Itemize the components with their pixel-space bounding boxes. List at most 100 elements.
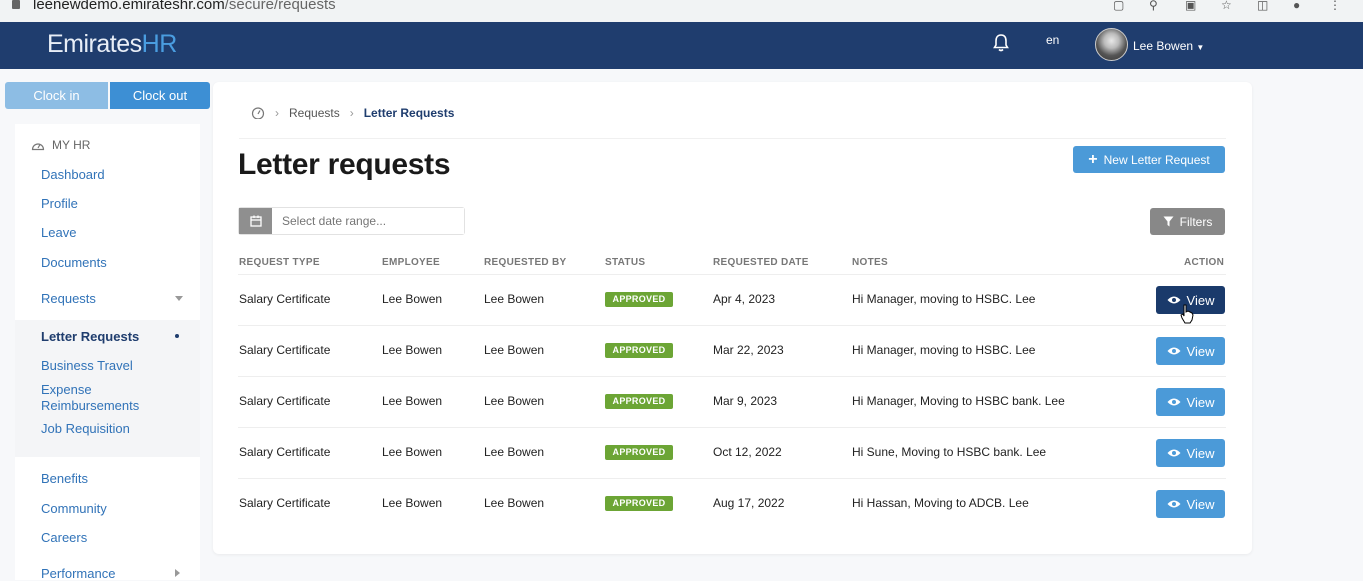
cell-request-type: Salary Certificate — [239, 292, 331, 306]
top-navbar: EmiratesHR en Lee Bowen ▼ — [0, 22, 1363, 69]
share-icon[interactable]: ▢ — [1113, 0, 1127, 11]
hand-cursor-icon — [1180, 304, 1194, 324]
cell-notes: Hi Sune, Moving to HSBC bank. Lee — [852, 445, 1047, 459]
cell-requested-date: Mar 9, 2023 — [713, 394, 778, 408]
sidebar-item-benefits[interactable]: Benefits — [41, 471, 88, 486]
sidebar-section-label: MY HR — [52, 138, 91, 152]
column-header-request-type[interactable]: REQUEST TYPE — [239, 257, 320, 268]
filters-button[interactable]: Filters — [1150, 208, 1225, 235]
divider — [239, 138, 1226, 139]
date-range-picker[interactable] — [238, 207, 465, 235]
logo[interactable]: EmiratesHR — [47, 30, 177, 59]
plus-icon: + — [1088, 150, 1098, 168]
sidebar-item-dashboard[interactable]: Dashboard — [41, 167, 105, 182]
cell-request-type: Salary Certificate — [239, 496, 331, 510]
chevron-down-icon[interactable] — [175, 296, 183, 301]
clock-in-button[interactable]: Clock in — [5, 82, 108, 109]
page-title: Letter requests — [238, 148, 451, 181]
chevron-right-icon: › — [275, 106, 279, 120]
eye-icon — [1167, 347, 1181, 355]
profile-icon[interactable]: ● — [1293, 0, 1307, 11]
column-header-action: ACTION — [1184, 257, 1225, 268]
cell-request-type: Salary Certificate — [239, 343, 331, 357]
sidebar-item-expense[interactable]: Expense — [41, 382, 92, 397]
view-button[interactable]: View — [1156, 337, 1225, 365]
active-dot-icon — [175, 334, 179, 338]
status-badge: APPROVED — [605, 292, 673, 307]
cell-employee: Lee Bowen — [382, 445, 443, 459]
gauge-icon — [31, 142, 45, 150]
sidebar-item-community[interactable]: Community — [41, 501, 107, 516]
status-badge: APPROVED — [605, 394, 673, 409]
status-badge: APPROVED — [605, 343, 673, 358]
view-label: View — [1186, 445, 1215, 461]
view-label: View — [1186, 496, 1215, 512]
column-header-status[interactable]: STATUS — [605, 257, 645, 268]
table-row: Salary Certificate Lee Bowen Lee Bowen A… — [238, 478, 1226, 529]
cell-requested-date: Apr 4, 2023 — [713, 292, 776, 306]
user-menu[interactable]: Lee Bowen ▼ — [1133, 39, 1204, 53]
main-panel: › Requests › Letter Requests Letter requ… — [213, 82, 1252, 554]
column-header-notes[interactable]: NOTES — [852, 257, 888, 268]
bell-icon[interactable] — [993, 34, 1009, 52]
breadcrumb-requests[interactable]: Requests — [289, 106, 340, 120]
new-letter-request-label: New Letter Request — [1103, 152, 1210, 167]
language-switcher[interactable]: en — [1046, 33, 1059, 47]
view-button[interactable]: View — [1156, 490, 1225, 518]
sidebar-item-letter-requests[interactable]: Letter Requests — [41, 329, 139, 344]
cell-requested-by: Lee Bowen — [484, 394, 545, 408]
caret-down-icon: ▼ — [1196, 43, 1205, 52]
calendar-icon[interactable] — [239, 208, 272, 234]
new-letter-request-button[interactable]: + New Letter Request — [1073, 146, 1225, 173]
sidebar-item-requests[interactable]: Requests — [41, 291, 96, 306]
chevron-right-icon[interactable] — [175, 569, 180, 577]
cell-requested-by: Lee Bowen — [484, 292, 545, 306]
eye-icon — [1167, 296, 1181, 304]
sidebar-item-reimbursements[interactable]: Reimbursements — [41, 398, 139, 413]
logo-accent: HR — [141, 30, 178, 58]
column-header-employee[interactable]: EMPLOYEE — [382, 257, 440, 268]
sidebar-item-documents[interactable]: Documents — [41, 255, 107, 270]
filters-label: Filters — [1179, 214, 1213, 229]
sidebar: MY HR Dashboard Profile Leave Documents … — [15, 124, 200, 581]
view-button[interactable]: View — [1156, 388, 1225, 416]
sidebar-item-job-requisition[interactable]: Job Requisition — [41, 421, 130, 436]
zoom-icon[interactable]: ⚲ — [1149, 0, 1163, 11]
filter-icon — [1163, 216, 1174, 227]
star-icon[interactable]: ☆ — [1221, 0, 1235, 11]
sidebar-item-profile[interactable]: Profile — [41, 196, 78, 211]
cell-employee: Lee Bowen — [382, 496, 443, 510]
column-header-requested-date[interactable]: REQUESTED DATE — [713, 257, 809, 268]
sidebar-item-business-travel[interactable]: Business Travel — [41, 358, 133, 373]
cell-request-type: Salary Certificate — [239, 445, 331, 459]
clock-out-button[interactable]: Clock out — [110, 82, 210, 109]
extension-icon[interactable]: ▣ — [1185, 0, 1199, 11]
sidepanel-icon[interactable]: ◫ — [1257, 0, 1271, 11]
browser-actions: ▢ ⚲ ▣ ☆ ◫ ● ⋮ — [1113, 0, 1343, 11]
cell-notes: Hi Hassan, Moving to ADCB. Lee — [852, 496, 1029, 510]
sidebar-section-header: MY HR — [31, 138, 90, 152]
browser-toolbar: leenewdemo.emirateshr.com/secure/request… — [0, 0, 1363, 22]
date-range-input[interactable] — [272, 208, 464, 234]
dashboard-icon[interactable] — [251, 107, 265, 119]
breadcrumb-current: Letter Requests — [363, 106, 455, 120]
avatar[interactable] — [1095, 28, 1128, 61]
address-bar[interactable]: leenewdemo.emirateshr.com/secure/request… — [33, 0, 336, 13]
cell-requested-date: Aug 17, 2022 — [713, 496, 785, 510]
menu-icon[interactable]: ⋮ — [1329, 0, 1343, 11]
sidebar-item-careers[interactable]: Careers — [41, 530, 87, 545]
cell-notes: Hi Manager, moving to HSBC. Lee — [852, 292, 1036, 306]
table-row: Salary Certificate Lee Bowen Lee Bowen A… — [238, 427, 1226, 478]
cell-employee: Lee Bowen — [382, 343, 443, 357]
status-badge: APPROVED — [605, 496, 673, 511]
eye-icon — [1167, 449, 1181, 457]
status-badge: APPROVED — [605, 445, 673, 460]
table-row: Salary Certificate Lee Bowen Lee Bowen A… — [238, 274, 1226, 325]
table-row: Salary Certificate Lee Bowen Lee Bowen A… — [238, 325, 1226, 376]
cell-requested-date: Oct 12, 2022 — [713, 445, 782, 459]
view-button[interactable]: View — [1156, 439, 1225, 467]
lock-icon — [12, 0, 20, 9]
column-header-requested-by[interactable]: REQUESTED BY — [484, 257, 567, 268]
sidebar-item-performance[interactable]: Performance — [41, 566, 115, 581]
sidebar-item-leave[interactable]: Leave — [41, 225, 76, 240]
